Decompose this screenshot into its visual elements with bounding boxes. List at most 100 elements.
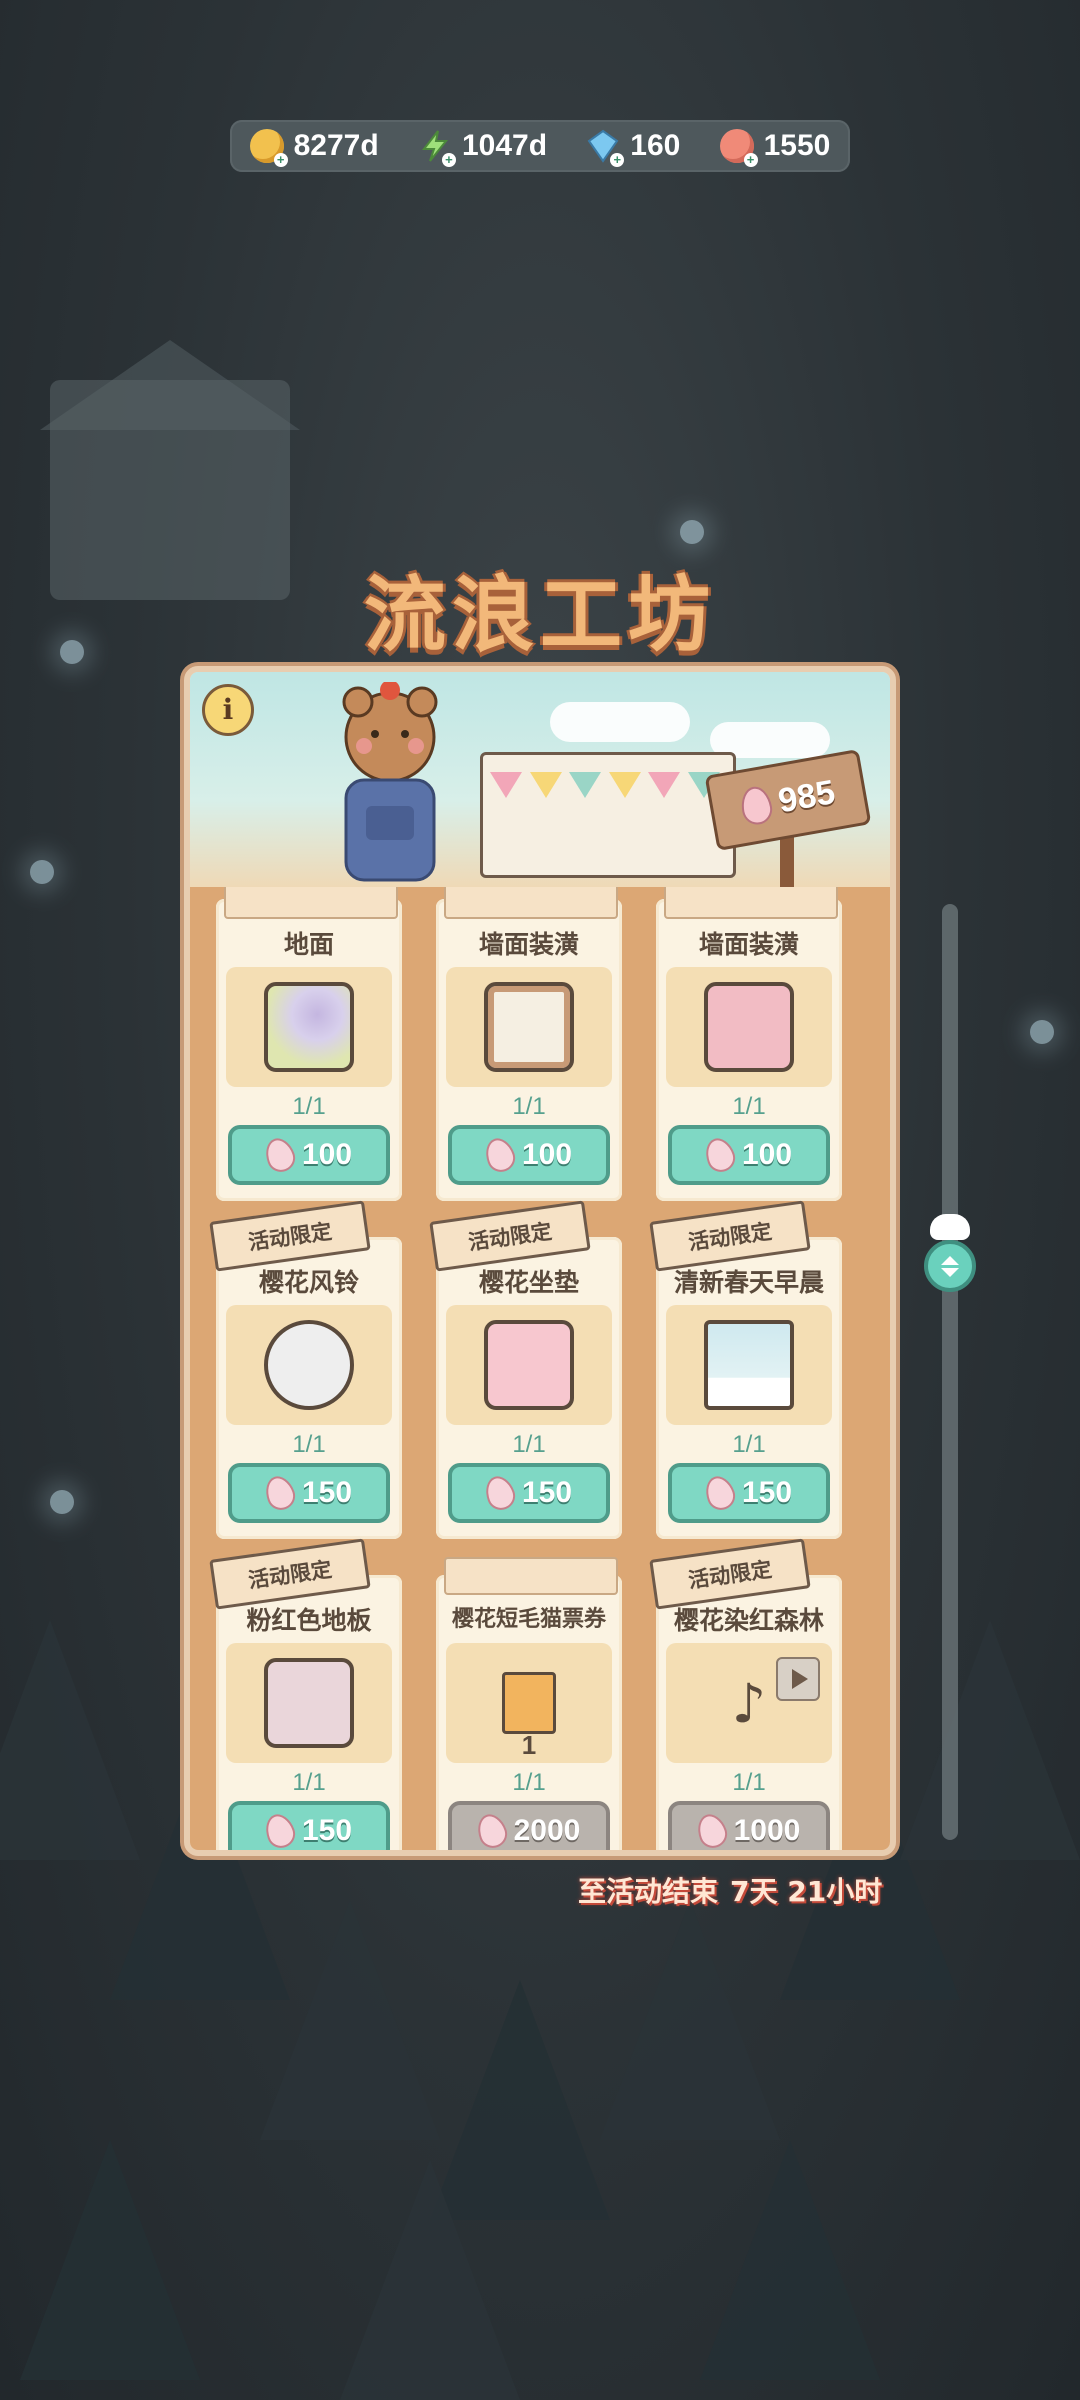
bunting-decoration [490,772,720,802]
petal-icon [472,1810,511,1850]
buy-button[interactable]: 100 [448,1125,610,1185]
ticket-item-image [502,1672,556,1734]
card-header-tab [444,1557,618,1595]
workshop-panel: i 985 地面 1/1 100 墙面装潢 1/1 100 墙面装潢 1/1 1… [184,666,896,1856]
info-button[interactable]: i [202,684,254,736]
buy-button[interactable]: 150 [448,1463,610,1523]
purchase-limit: 1/1 [512,1769,546,1796]
event-limited-tag: 活动限定 [209,1200,371,1272]
play-preview-button[interactable] [776,1657,820,1701]
petal-icon [260,1472,299,1514]
purchase-limit: 1/1 [512,1093,546,1120]
countdown-label: 至活动结束 [578,1875,719,1908]
shop-item-card[interactable]: 活动限定 樱花染红森林 ♪ 1/1 1000 [649,1538,842,1850]
cat-head-icon [930,1214,970,1240]
pink-floor-item-image [264,1658,354,1748]
item-thumbnail[interactable] [226,967,392,1087]
item-thumbnail[interactable]: 1 [446,1643,612,1763]
flag-decoration [648,772,681,798]
petal-icon [692,1810,731,1850]
item-thumbnail[interactable] [446,967,612,1087]
tree-decoration [20,2140,200,2380]
price-label: 150 [301,1814,353,1847]
coin-icon: + [249,129,288,167]
shop-item-card[interactable]: 樱花短毛猫票券 1 1/1 2000 [436,1557,622,1850]
petal-icon [480,1472,519,1514]
item-grid: 地面 1/1 100 墙面装潢 1/1 100 墙面装潢 1/1 100 活动限… [209,887,856,1850]
tree-decoration [340,2160,520,2400]
price-label: 150 [741,1476,793,1509]
item-name: 墙面装潢 [698,930,799,959]
lightning-icon: + [418,129,456,167]
card-header-tab [224,887,398,919]
purchase-limit: 1/1 [512,1431,546,1458]
flag-decoration [529,772,562,798]
ticket-count: 1 [521,1730,537,1760]
event-limited-tag: 活动限定 [649,1200,811,1272]
shop-item-card[interactable]: 墙面装潢 1/1 100 [436,887,622,1201]
plus-icon: + [441,153,456,167]
item-name: 樱花染红森林 [673,1606,824,1635]
buy-button-disabled[interactable]: 2000 [448,1801,610,1850]
buy-button[interactable]: 150 [668,1463,830,1523]
shop-item-card[interactable]: 活动限定 樱花坐垫 1/1 150 [429,1200,622,1539]
buy-button[interactable]: 100 [228,1125,390,1185]
flag-decoration [608,772,641,798]
shop-item-card[interactable]: 活动限定 樱花风铃 1/1 150 [209,1200,402,1539]
purchase-limit: 1/1 [732,1093,766,1120]
price-label: 2000 [513,1814,581,1847]
currency-value: 160 [630,129,681,162]
currency-energy[interactable]: + 1047d [418,129,548,167]
wind-chime-item-image [264,1320,354,1410]
page-title: 流浪工坊 [363,568,716,663]
shop-item-card[interactable]: 活动限定 粉红色地板 1/1 150 [209,1538,402,1850]
gem-icon: + [586,129,625,167]
arrow-up-icon [941,1255,959,1265]
cloud-decoration [550,702,690,742]
workshop-banner: i 985 [190,672,890,887]
event-limited-tag: 活动限定 [649,1538,811,1610]
lantern-glow [30,860,54,884]
currency-value: 1047d [461,129,548,162]
cat-token-icon: + [719,129,758,167]
item-grid-area[interactable]: 地面 1/1 100 墙面装潢 1/1 100 墙面装潢 1/1 100 活动限… [190,887,890,1850]
purchase-limit: 1/1 [732,1431,766,1458]
plus-icon: + [273,153,288,167]
buy-button[interactable]: 150 [228,1463,390,1523]
bear-mascot-illustration [320,680,460,882]
item-thumbnail[interactable] [226,1643,392,1763]
shop-item-card[interactable]: 墙面装潢 1/1 100 [656,887,842,1201]
plus-icon: + [610,153,625,167]
item-name: 地面 [283,930,334,959]
card-header-tab [444,887,618,919]
buy-button-disabled[interactable]: 1000 [668,1801,830,1850]
currency-gem[interactable]: + 160 [586,129,681,167]
price-label: 150 [521,1476,573,1509]
buy-button[interactable]: 150 [228,1801,390,1850]
flag-decoration [569,772,602,798]
scrollbar-track[interactable] [942,904,958,1840]
tree-decoration [900,1620,1080,1860]
item-name: 墙面装潢 [478,930,579,959]
price-label: 100 [521,1138,573,1171]
price-label: 1000 [733,1814,801,1847]
petal-icon [700,1134,739,1176]
cat-bag-item-image [704,982,794,1072]
item-thumbnail[interactable] [666,967,832,1087]
currency-cat-token[interactable]: + 1550 [719,129,830,167]
item-thumbnail[interactable]: ♪ [666,1643,832,1763]
currency-coin[interactable]: + 8277d [249,129,379,167]
shop-item-card[interactable]: 地面 1/1 100 [216,887,402,1201]
item-thumbnail[interactable] [666,1305,832,1425]
music-note-icon: ♪ [731,1671,767,1735]
petal-icon [260,1810,299,1850]
petal-icon [260,1134,299,1176]
shop-item-card[interactable]: 活动限定 清新春天早晨 1/1 150 [649,1200,842,1539]
event-limited-tag: 活动限定 [429,1200,591,1272]
item-thumbnail[interactable] [446,1305,612,1425]
buy-button[interactable]: 100 [668,1125,830,1185]
item-thumbnail[interactable] [226,1305,392,1425]
petal-icon [700,1472,739,1514]
scrollbar-thumb[interactable] [924,1240,976,1292]
currency-value: 8277d [293,129,379,162]
